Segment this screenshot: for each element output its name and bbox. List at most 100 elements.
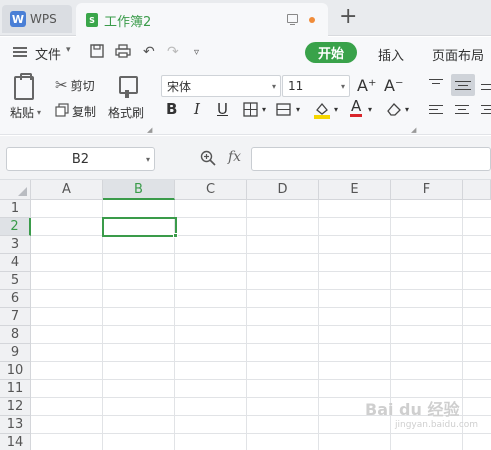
row-header-2[interactable]: 2 <box>0 218 31 236</box>
name-box[interactable]: B2 ▾ <box>6 147 155 171</box>
align-right-icon[interactable] <box>481 104 491 118</box>
chevron-down-icon[interactable]: ▾ <box>296 105 300 114</box>
italic-button[interactable]: I <box>194 100 200 118</box>
hamburger-icon[interactable] <box>13 47 27 57</box>
column-header-b[interactable]: B <box>103 180 175 200</box>
row-header-7[interactable]: 7 <box>0 308 31 326</box>
bold-button[interactable]: B <box>166 100 177 118</box>
row-header-9[interactable]: 9 <box>0 344 31 362</box>
formula-input[interactable] <box>251 147 491 171</box>
chevron-down-icon: ▾ <box>271 82 276 91</box>
row-header-1[interactable]: 1 <box>0 200 31 218</box>
tab-wps-home[interactable]: W WPS <box>2 5 72 33</box>
customize-dropdown-icon[interactable]: ▿ <box>194 47 199 58</box>
cut-button[interactable]: ✂ 剪切 <box>55 77 95 94</box>
print-icon[interactable] <box>115 44 131 62</box>
column-header-e[interactable]: E <box>319 180 391 200</box>
paste-icon[interactable] <box>14 73 34 100</box>
tab-wps-label: WPS <box>30 12 57 26</box>
menu-bar: 文件 ▾ ↶ ↷ ▿ 开始 插入 页面布局 <box>0 37 491 67</box>
zoom-icon[interactable] <box>200 150 216 170</box>
grid-row-line <box>31 271 491 272</box>
column-header-a[interactable]: A <box>31 180 103 200</box>
row-header-4[interactable]: 4 <box>0 254 31 272</box>
scissors-icon: ✂ <box>55 76 68 94</box>
grid-row-line <box>31 253 491 254</box>
grid-column-line <box>318 200 319 450</box>
tab-insert[interactable]: 插入 <box>378 45 404 64</box>
row-header-12[interactable]: 12 <box>0 398 31 416</box>
format-painter-button[interactable]: 格式刷 <box>108 104 144 121</box>
chevron-down-icon[interactable]: ▾ <box>66 45 71 55</box>
active-cell-b2[interactable] <box>102 217 177 237</box>
row-header-6[interactable]: 6 <box>0 290 31 308</box>
redo-icon[interactable]: ↷ <box>167 44 179 60</box>
increase-font-icon: A⁺ <box>357 76 377 95</box>
select-all-corner[interactable] <box>0 180 31 200</box>
name-box-value: B2 <box>71 151 90 167</box>
row-header-14[interactable]: 14 <box>0 434 31 450</box>
border-icon[interactable] <box>243 102 259 121</box>
row-header-3[interactable]: 3 <box>0 236 31 254</box>
tab-workbook[interactable]: S 工作簿2 <box>76 3 328 37</box>
format-painter-icon[interactable] <box>117 76 138 98</box>
fill-color-icon[interactable] <box>313 101 331 123</box>
unsaved-dot-icon[interactable] <box>309 17 315 23</box>
grid-row-line <box>31 433 491 434</box>
row-header-10[interactable]: 10 <box>0 362 31 380</box>
copy-icon <box>55 103 69 120</box>
cut-label: 剪切 <box>70 79 95 93</box>
decrease-font-icon: A⁻ <box>384 76 404 95</box>
tab-home[interactable]: 开始 <box>305 42 357 63</box>
eraser-icon[interactable] <box>386 101 402 120</box>
paste-button[interactable]: 粘贴 ▾ <box>10 104 41 121</box>
column-header-overflow[interactable] <box>463 180 491 200</box>
screen-icon[interactable] <box>287 14 298 25</box>
align-center-icon[interactable] <box>455 104 471 118</box>
font-dialog-launcher-icon[interactable]: ◢ <box>411 126 416 134</box>
insert-function-button[interactable]: fx <box>228 149 241 165</box>
row-header-13[interactable]: 13 <box>0 416 31 434</box>
fill-handle[interactable] <box>173 233 178 238</box>
watermark-url: jingyan.baidu.com <box>395 420 479 430</box>
grid-row-line <box>31 379 491 380</box>
font-size-select[interactable]: 11 ▾ <box>282 75 350 97</box>
undo-icon[interactable]: ↶ <box>143 44 155 60</box>
grid-column-line <box>102 200 103 450</box>
wps-logo-icon: W <box>10 11 26 27</box>
new-tab-button[interactable]: + <box>339 6 357 28</box>
increase-font-button[interactable]: A⁺ <box>357 76 376 95</box>
copy-button[interactable]: 复制 <box>55 103 96 120</box>
chevron-down-icon[interactable]: ▾ <box>405 105 409 114</box>
clipboard-dialog-launcher-icon[interactable]: ◢ <box>147 126 152 134</box>
font-color-button[interactable]: A <box>350 97 363 117</box>
row-header-8[interactable]: 8 <box>0 326 31 344</box>
font-name-value: 宋体 <box>167 79 192 94</box>
grid-row-line <box>31 289 491 290</box>
column-header-d[interactable]: D <box>247 180 319 200</box>
merge-cells-icon[interactable] <box>276 102 292 121</box>
chevron-down-icon[interactable]: ▾ <box>334 105 338 114</box>
chevron-down-icon[interactable]: ▾ <box>262 105 266 114</box>
align-bottom-icon[interactable] <box>481 78 491 92</box>
format-painter-label: 格式刷 <box>108 106 145 120</box>
save-icon[interactable] <box>90 44 104 62</box>
grid-row-line <box>31 217 491 218</box>
tab-page-layout[interactable]: 页面布局 <box>432 45 484 64</box>
grid-row-line <box>31 361 491 362</box>
paste-label: 粘贴 <box>10 106 35 120</box>
font-name-select[interactable]: 宋体 ▾ <box>161 75 281 97</box>
decrease-font-button[interactable]: A⁻ <box>384 76 403 95</box>
align-top-icon[interactable] <box>429 78 445 92</box>
row-header-11[interactable]: 11 <box>0 380 31 398</box>
align-left-icon[interactable] <box>429 104 445 118</box>
underline-button[interactable]: U <box>217 100 228 118</box>
column-header-c[interactable]: C <box>175 180 247 200</box>
file-menu[interactable]: 文件 <box>35 44 61 63</box>
font-color-icon: A <box>350 97 363 117</box>
column-header-f[interactable]: F <box>391 180 463 200</box>
grid-row-line <box>31 235 491 236</box>
row-header-5[interactable]: 5 <box>0 272 31 290</box>
chevron-down-icon[interactable]: ▾ <box>368 105 372 114</box>
align-middle-button[interactable] <box>451 74 475 96</box>
